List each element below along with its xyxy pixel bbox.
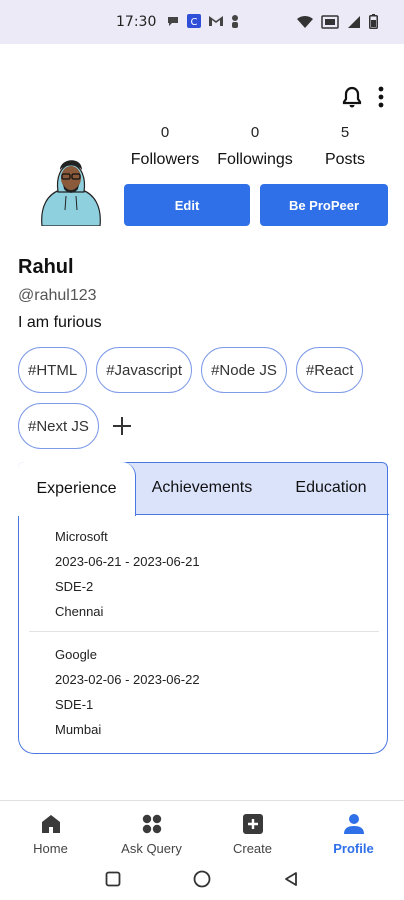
- signal-icon: [347, 15, 361, 32]
- nav-create[interactable]: Create: [202, 801, 303, 862]
- profile-bio: I am furious: [18, 314, 102, 331]
- experience-dates: 2023-02-06 - 2023-06-22: [55, 672, 200, 687]
- app-notification-icon: C: [186, 13, 202, 32]
- experience-location: Chennai: [55, 604, 104, 619]
- experience-company: Microsoft: [55, 529, 108, 544]
- plus-square-icon: [242, 814, 263, 834]
- profile-handle: @rahul123: [18, 287, 97, 304]
- skill-tag[interactable]: #HTML: [18, 347, 88, 393]
- experience-item: Microsoft 2023-06-21 - 2023-06-21 SDE-2 …: [55, 524, 200, 624]
- stat-value: 5: [340, 124, 350, 141]
- experience-role: SDE-2: [55, 579, 94, 594]
- experience-dates: 2023-06-21 - 2023-06-21: [55, 554, 200, 569]
- experience-company: Google: [55, 647, 97, 662]
- experience-item: Google 2023-02-06 - 2023-06-22 SDE-1 Mum…: [55, 642, 200, 742]
- wifi-icon: [297, 15, 313, 32]
- avatar[interactable]: [36, 140, 106, 227]
- add-tag-button[interactable]: [108, 403, 136, 449]
- profile-stats: 0 Followers 0 Followings 5 Posts: [120, 124, 390, 169]
- stat-label: Posts: [324, 151, 365, 168]
- stat-label: Followers: [130, 151, 200, 168]
- status-bar: 17:30 C: [0, 0, 404, 44]
- nav-profile[interactable]: Profile: [303, 801, 404, 862]
- nav-label: Create: [232, 841, 273, 856]
- nav-ask-query[interactable]: Ask Query: [101, 801, 202, 862]
- divider: [29, 631, 379, 632]
- plus-icon: [112, 417, 131, 435]
- skill-tags: #HTML #Javascript #Node JS #React #Next …: [18, 347, 378, 449]
- experience-panel: Microsoft 2023-06-21 - 2023-06-21 SDE-2 …: [18, 514, 389, 754]
- bottom-nav: Home Ask Query Create Profile: [0, 800, 404, 862]
- skill-tag[interactable]: #Javascript: [96, 347, 193, 393]
- stat-followings[interactable]: 0 Followings: [210, 124, 300, 169]
- person-icon: [343, 814, 364, 834]
- home-icon: [41, 815, 60, 833]
- tab-experience[interactable]: Experience: [18, 462, 136, 516]
- system-nav-bar: [0, 862, 404, 900]
- chat-notification-icon: [166, 14, 180, 31]
- edit-profile-button[interactable]: Edit: [124, 184, 250, 226]
- profile-tabs: Experience Achievements Education Micros…: [18, 462, 389, 754]
- stat-followers[interactable]: 0 Followers: [120, 124, 210, 169]
- gmail-icon: [208, 14, 224, 31]
- profile-name: Rahul: [18, 256, 74, 278]
- battery-icon: [369, 14, 378, 32]
- recents-icon[interactable]: [105, 871, 121, 892]
- nav-label: Home: [33, 841, 68, 856]
- nav-label: Profile: [333, 841, 374, 856]
- home-circle-icon[interactable]: [193, 870, 211, 893]
- tab-achievements[interactable]: Achievements: [136, 462, 268, 514]
- stat-value: 0: [160, 124, 170, 141]
- stat-label: Followings: [217, 151, 293, 168]
- status-time: 17:30: [116, 14, 157, 30]
- bell-icon[interactable]: [342, 86, 362, 113]
- experience-location: Mumbai: [55, 722, 102, 737]
- be-propeer-button[interactable]: Be ProPeer: [260, 184, 388, 226]
- skill-tag[interactable]: #React: [295, 347, 364, 393]
- more-vert-icon[interactable]: [378, 86, 384, 113]
- svg-text:C: C: [191, 17, 198, 28]
- grid-icon: [142, 814, 161, 834]
- stat-value: 0: [250, 124, 260, 141]
- skill-tag[interactable]: #Node JS: [201, 347, 287, 393]
- top-actions: [342, 86, 384, 113]
- nav-label: Ask Query: [121, 841, 182, 856]
- data-icon: [321, 14, 339, 32]
- stat-posts[interactable]: 5 Posts: [300, 124, 390, 169]
- skill-tag[interactable]: #Next JS: [18, 403, 99, 449]
- experience-role: SDE-1: [55, 697, 94, 712]
- back-icon[interactable]: [283, 871, 299, 892]
- user-notification-icon: [230, 14, 240, 31]
- tab-education[interactable]: Education: [274, 462, 388, 514]
- nav-home[interactable]: Home: [0, 801, 101, 862]
